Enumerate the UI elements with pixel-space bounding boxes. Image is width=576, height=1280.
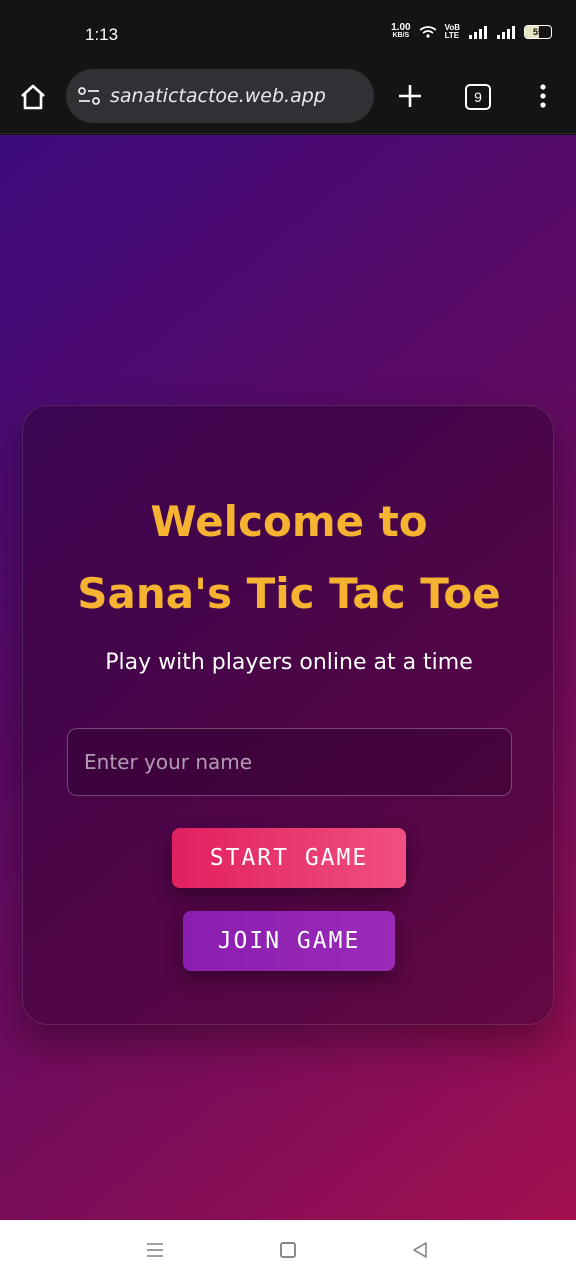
address-bar[interactable]: sanatictactoe.web.app xyxy=(66,69,374,123)
site-settings-icon[interactable] xyxy=(78,87,100,105)
url-text[interactable]: sanatictactoe.web.app xyxy=(110,85,326,107)
battery-level: 55 xyxy=(532,27,543,37)
home-icon[interactable] xyxy=(18,82,48,112)
volte-bottom: LTE xyxy=(444,31,460,40)
wifi-icon xyxy=(419,26,437,38)
overflow-menu-icon[interactable] xyxy=(533,82,553,112)
name-input[interactable] xyxy=(67,728,512,796)
tab-count: 9 xyxy=(474,89,482,105)
signal-icon-sim1 xyxy=(469,26,487,39)
network-speed-unit: KB/S xyxy=(392,32,410,39)
tabs-icon[interactable]: 9 xyxy=(465,84,491,110)
status-icons: 1.00 KB/S VoB LTE 55 xyxy=(391,22,552,40)
join-game-button[interactable]: JOIN GAME xyxy=(183,911,395,971)
title-line-2: Sana's Tic Tac Toe xyxy=(77,569,501,618)
volte-indicator: VoB LTE xyxy=(445,24,460,40)
network-speed-value: 1.00 xyxy=(391,22,411,33)
status-bar: 1:13 1.00 KB/S VoB LTE 55 xyxy=(0,0,576,64)
web-page: Welcome to Sana's Tic Tac Toe Play with … xyxy=(0,135,576,1220)
subtitle: Play with players online at a time xyxy=(105,650,473,675)
recent-apps-icon[interactable] xyxy=(146,1242,164,1258)
system-nav-bar xyxy=(0,1220,576,1280)
home-nav-icon[interactable] xyxy=(280,1242,296,1258)
plus-icon[interactable] xyxy=(396,82,424,110)
network-speed: 1.00 KB/S xyxy=(391,22,411,40)
battery-icon: 55 xyxy=(524,25,552,39)
welcome-card: Welcome to Sana's Tic Tac Toe Play with … xyxy=(22,405,554,1025)
signal-icon-sim2 xyxy=(497,26,515,39)
status-time: 1:13 xyxy=(85,25,119,44)
page-title: Welcome to Sana's Tic Tac Toe xyxy=(23,486,555,630)
browser-toolbar: sanatictactoe.web.app 9 xyxy=(0,64,576,134)
back-icon[interactable] xyxy=(411,1241,429,1259)
title-line-1: Welcome to xyxy=(150,497,428,546)
start-game-button[interactable]: START GAME xyxy=(172,828,406,888)
